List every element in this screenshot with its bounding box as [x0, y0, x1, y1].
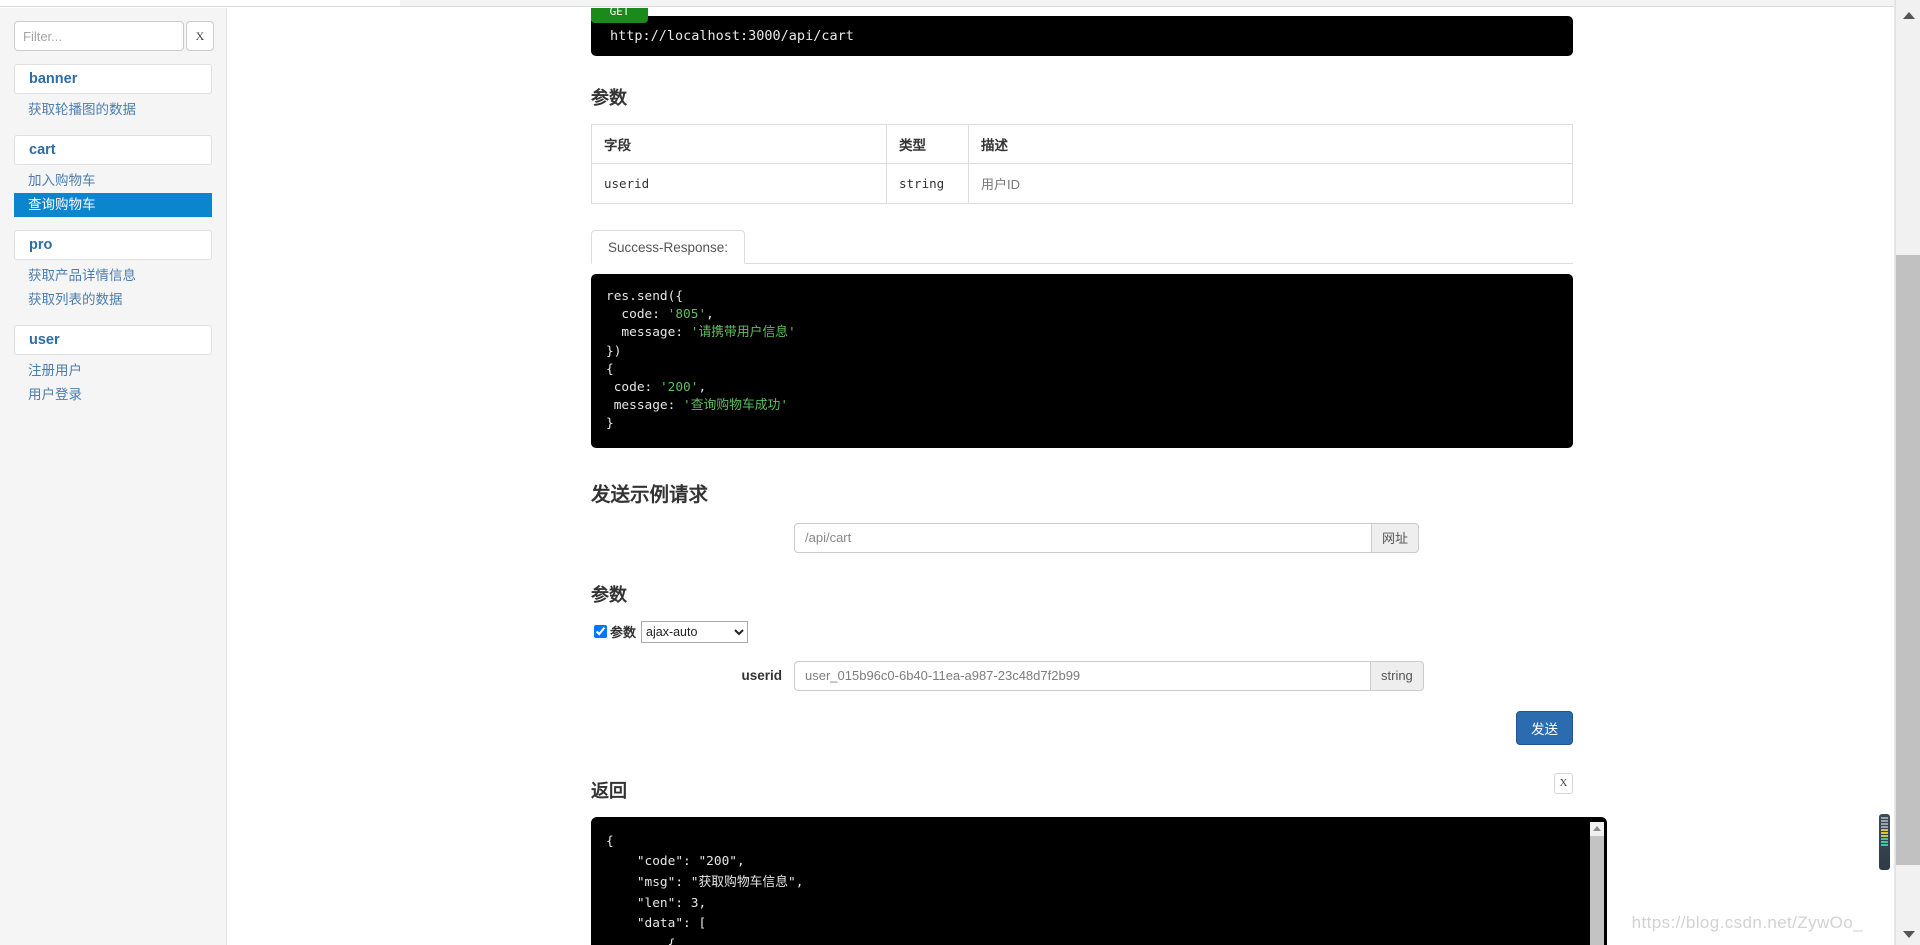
send-row: 发送	[591, 710, 1573, 745]
ajax-mode-select[interactable]: ajax-auto	[641, 620, 749, 643]
cell-description: 用户ID	[968, 163, 1573, 204]
sample-param-label-userid: userid	[741, 668, 782, 684]
result-close-button[interactable]: X	[1554, 772, 1573, 794]
send-button[interactable]: 发送	[1516, 710, 1573, 745]
result-title: 返回	[591, 780, 627, 801]
result-scrollbar[interactable]	[1590, 821, 1604, 945]
scroll-up-arrow-icon[interactable]	[1896, 6, 1920, 24]
sample-url-row: 网址	[591, 522, 1895, 553]
sidebar-group-banner[interactable]: banner	[14, 64, 212, 94]
table-row: userid string 用户ID	[591, 163, 1573, 204]
filter-clear-button[interactable]: X	[186, 21, 214, 51]
sidebar-item-banner-0[interactable]: 获取轮播图的数据	[14, 98, 212, 122]
sample-request-heading: 发送示例请求	[591, 483, 709, 506]
result-output-box: { "code": "200", "msg": "获取购物车信息", "len"…	[591, 816, 1607, 945]
sidebar-item-cart-0[interactable]: 加入购物车	[14, 169, 212, 193]
response-tabs: Success-Response:	[591, 230, 1573, 264]
sample-url-input-group: 网址	[794, 522, 1420, 553]
app-root: X banner 获取轮播图的数据 cart 加入购物车 查询购物车 pro 获…	[0, 0, 1920, 945]
column-header-field: 字段	[591, 124, 887, 164]
sidebar-item-pro-0[interactable]: 获取产品详情信息	[14, 264, 212, 288]
result-json: { "code": "200", "msg": "获取购物车信息", "len"…	[606, 833, 804, 945]
parameters-heading: 参数	[591, 88, 627, 108]
endpoint-url-bar: http://localhost:3000/api/cart	[591, 16, 1573, 56]
sidebar: X banner 获取轮播图的数据 cart 加入购物车 查询购物车 pro 获…	[0, 8, 227, 945]
sidebar-item-cart-1[interactable]: 查询购物车	[14, 193, 212, 217]
sample-params-heading: 参数	[591, 584, 627, 605]
sample-param-row-userid: userid string	[591, 660, 1895, 691]
cell-type: string	[886, 163, 969, 204]
table-header-row: 字段 类型 描述	[591, 124, 1573, 164]
sample-param-input-group: string	[794, 660, 1424, 691]
sample-param-input-userid[interactable]	[794, 660, 1370, 691]
parameters-table: 字段 类型 描述 userid string 用户ID	[591, 124, 1573, 204]
sidebar-group-user[interactable]: user	[14, 325, 212, 355]
column-header-type: 类型	[886, 124, 969, 164]
sample-param-type-addon: string	[1370, 660, 1424, 691]
ajax-mode-row: 参数 ajax-auto	[591, 620, 1895, 643]
column-header-description: 描述	[968, 124, 1573, 164]
ajax-enable-checkbox[interactable]	[594, 625, 607, 639]
page-top-strip-fill	[400, 0, 1895, 6]
filter-input[interactable]	[14, 21, 184, 51]
sidebar-item-user-0[interactable]: 注册用户	[14, 359, 212, 383]
scroll-down-arrow-icon[interactable]	[1896, 925, 1920, 943]
cell-field: userid	[591, 163, 887, 204]
http-method-badge: GET	[591, 8, 648, 23]
ajax-label: 参数	[610, 625, 637, 641]
browser-scrollbar-thumb[interactable]	[1896, 255, 1920, 865]
result-header: 返回 X	[591, 772, 1573, 805]
sidebar-filter-row: X	[14, 21, 216, 51]
main-content: GET http://localhost:3000/api/cart 参数 字段…	[228, 8, 1895, 945]
mini-device-icon	[1879, 814, 1890, 870]
watermark-text: https://blog.csdn.net/ZywOo_	[1631, 913, 1863, 932]
tab-success-response[interactable]: Success-Response:	[591, 230, 746, 264]
page-top-strip	[0, 0, 1895, 7]
sidebar-item-user-1[interactable]: 用户登录	[14, 383, 212, 407]
doc-body: GET http://localhost:3000/api/cart 参数 字段…	[228, 8, 1895, 945]
success-response-code: res.send({ code: '805', message: '请携带用户信…	[591, 274, 1573, 448]
browser-scrollbar[interactable]	[1879, 0, 1920, 945]
sample-url-input[interactable]	[794, 522, 1371, 553]
sidebar-item-pro-1[interactable]: 获取列表的数据	[14, 288, 212, 312]
sidebar-group-pro[interactable]: pro	[14, 230, 212, 260]
result-scrollbar-thumb[interactable]	[1590, 835, 1604, 945]
sidebar-group-cart[interactable]: cart	[14, 135, 212, 165]
sample-url-addon: 网址	[1371, 522, 1420, 553]
scroll-up-arrow-icon[interactable]	[1590, 821, 1604, 836]
